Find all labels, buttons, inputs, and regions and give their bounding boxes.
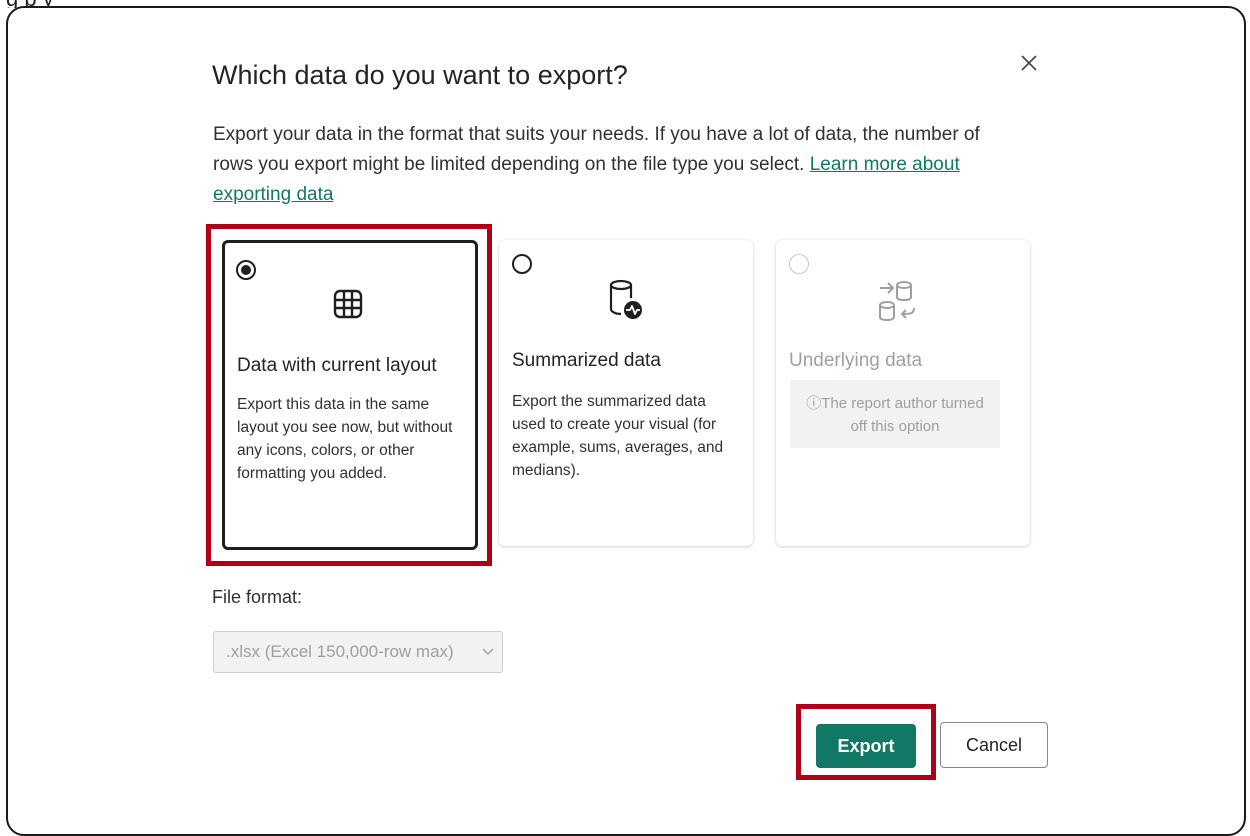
radio-current-layout[interactable] <box>236 260 256 280</box>
option-card-underlying: Underlying data ⓘThe report author turne… <box>776 240 1030 546</box>
file-format-value: .xlsx (Excel 150,000-row max) <box>226 642 454 661</box>
file-format-select[interactable]: .xlsx (Excel 150,000-row max) <box>213 631 503 673</box>
radio-underlying <box>789 254 809 274</box>
option-title: Data with current layout <box>237 355 437 376</box>
option-card-current-layout[interactable]: Data with current layout Export this dat… <box>222 240 478 550</box>
dialog-description: Export your data in the format that suit… <box>213 120 1023 210</box>
cancel-button[interactable]: Cancel <box>940 722 1048 768</box>
close-icon <box>1021 55 1037 71</box>
dialog-title: Which data do you want to export? <box>212 60 628 90</box>
disabled-notice: ⓘThe report author turned off this optio… <box>790 380 1000 448</box>
export-data-dialog: Which data do you want to export? Export… <box>6 6 1246 836</box>
option-description: Export this data in the same layout you … <box>237 396 453 482</box>
notice-text: The report author turned off this option <box>821 395 984 435</box>
file-format-label: File format: <box>212 587 303 607</box>
chevron-down-icon <box>482 648 494 655</box>
option-title: Summarized data <box>512 350 661 371</box>
option-description: Export the summarized data used to creat… <box>512 393 724 479</box>
radio-summarized[interactable] <box>512 254 532 274</box>
info-icon: ⓘ <box>806 395 822 412</box>
close-button[interactable] <box>1012 46 1046 80</box>
option-title: Underlying data <box>789 350 923 371</box>
table-icon <box>333 289 363 319</box>
export-button[interactable]: Export <box>816 724 916 768</box>
option-card-summarized[interactable]: Summarized data Export the summarized da… <box>499 240 753 546</box>
database-activity-icon <box>609 279 642 319</box>
database-sync-icon <box>879 281 915 322</box>
